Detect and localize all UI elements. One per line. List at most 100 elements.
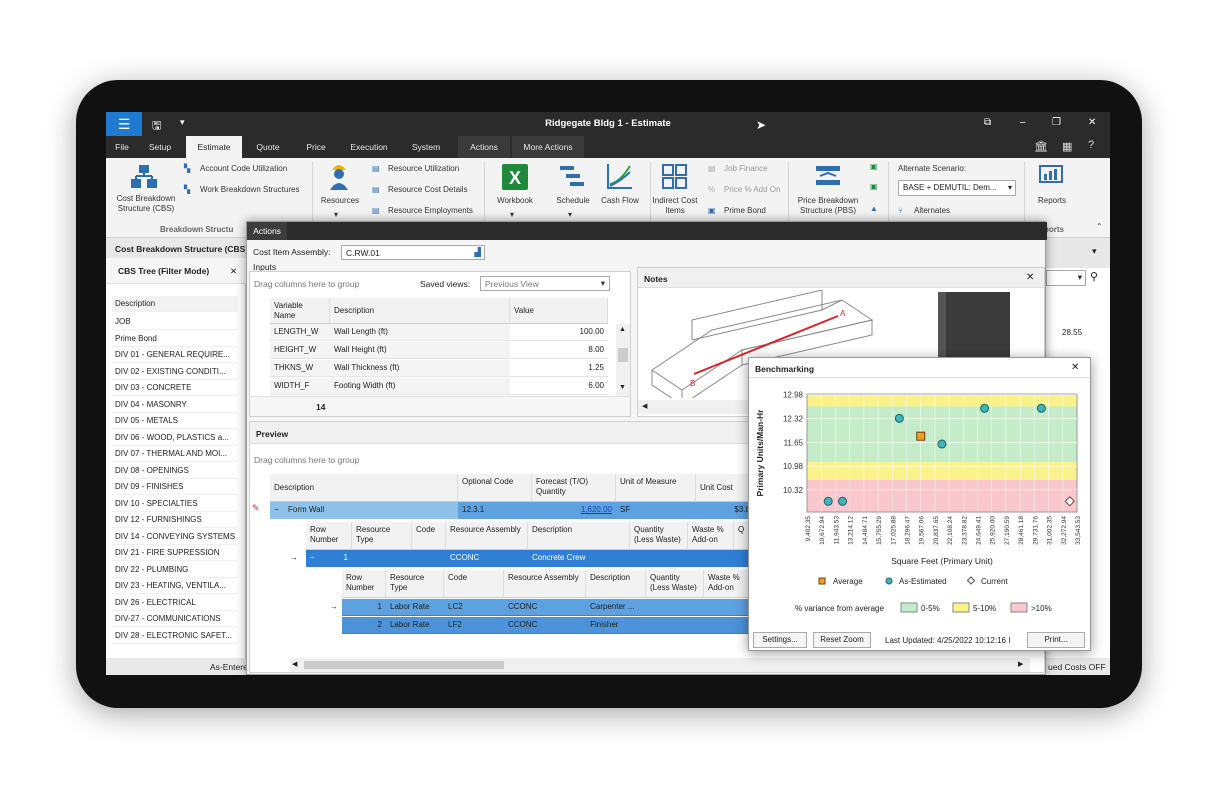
bank-icon[interactable]: 🏛: [1034, 140, 1048, 153]
col-resource-type[interactable]: Resource Type: [386, 570, 444, 598]
cell-forecast-quantity[interactable]: 1,620.00: [532, 502, 616, 518]
cbs-tree-item[interactable]: DIV 23 - HEATING, VENTILA...: [112, 578, 238, 594]
expand-icon[interactable]: −: [270, 502, 283, 518]
cbs-tree-item[interactable]: DIV 08 - OPENINGS: [112, 463, 238, 479]
resources-button[interactable]: Resources: [316, 196, 364, 206]
cell-value[interactable]: 8.00: [510, 342, 608, 358]
labor-row[interactable]: 2 Labor Rate LF2 CCONC Finisher: [322, 617, 754, 634]
assembly-input[interactable]: C.RW.01 ▟: [341, 245, 485, 260]
col-description[interactable]: Description: [528, 522, 630, 550]
scroll-left-icon[interactable]: ◀: [292, 660, 297, 668]
col-code[interactable]: Code: [412, 522, 446, 550]
cbs-tree-item[interactable]: DIV 07 - THERMAL AND MOI...: [112, 446, 238, 462]
labor-row[interactable]: → 1 Labor Rate LC2 CCONC Carpenter ...: [322, 599, 754, 616]
chevron-down-icon[interactable]: ▾: [510, 210, 514, 219]
scroll-right-icon[interactable]: ▶: [1018, 660, 1023, 668]
cash-flow-button[interactable]: Cash Flow: [598, 196, 642, 206]
cell-value[interactable]: 1.25: [510, 360, 608, 376]
cbs-tree-item[interactable]: JOB: [112, 314, 238, 330]
input-row[interactable]: LENGTH_W Wall Length (ft) 100.00: [270, 324, 608, 341]
cbs-tree-item[interactable]: DIV 12 - FURNISHINGS: [112, 512, 238, 528]
tab-quote[interactable]: Quote: [250, 136, 286, 158]
close-icon[interactable]: ✕: [1071, 362, 1079, 373]
col-resource-type[interactable]: Resource Type: [352, 522, 412, 550]
cbs-tree-item[interactable]: DIV-27 - COMMUNICATIONS: [112, 611, 238, 627]
reports-button[interactable]: Reports: [1030, 196, 1074, 206]
resource-cost-button[interactable]: Resource Cost Details: [388, 185, 468, 194]
col-quantity[interactable]: Quantity (Less Waste): [630, 522, 688, 550]
chevron-down-icon[interactable]: ▾: [1092, 246, 1097, 257]
col-waste[interactable]: Waste % Add-on: [704, 570, 754, 598]
excel-small-icon[interactable]: ▣: [870, 162, 878, 171]
cbs-tree-item[interactable]: DIV 21 - FIRE SUPRESSION: [112, 545, 238, 561]
col-description[interactable]: Description: [270, 474, 458, 502]
cbs-button[interactable]: Cost Breakdown Structure (CBS): [110, 194, 182, 214]
cbs-tree-item[interactable]: DIV 22 - PLUMBING: [112, 562, 238, 578]
cbs-tree-item[interactable]: DIV 14 - CONVEYING SYSTEMS: [112, 529, 238, 545]
col-optional-code[interactable]: Optional Code: [458, 474, 532, 502]
close-icon[interactable]: ✕: [1088, 117, 1096, 128]
alt-scenario-select[interactable]: BASE + DEMUTIL: Dem... ▾: [898, 180, 1016, 196]
col-forecast-quantity[interactable]: Forecast (T/O) Quantity: [532, 474, 616, 502]
col-code[interactable]: Code: [444, 570, 504, 598]
scroll-thumb[interactable]: [304, 661, 504, 669]
scroll-down-icon[interactable]: ▼: [619, 384, 626, 391]
col-variable-name[interactable]: Variable Name: [270, 298, 330, 324]
maximize-icon[interactable]: ❐: [1052, 117, 1061, 128]
account-code-button[interactable]: Account Code Utilization: [200, 164, 287, 173]
cbs-tree-item[interactable]: DIV 06 - WOOD, PLASTICS a...: [112, 430, 238, 446]
cbs-tree-item[interactable]: DIV 26 - ELECTRICAL: [112, 595, 238, 611]
settings-button[interactable]: Settings...: [753, 632, 807, 648]
cbs-tree-item[interactable]: DIV 02 - EXISTING CONDITI...: [112, 364, 238, 380]
col-resource-assembly[interactable]: Resource Assembly: [446, 522, 528, 550]
resource-employments-button[interactable]: Resource Employments: [388, 206, 473, 215]
search-input[interactable]: ▾: [1046, 270, 1086, 286]
chevron-down-icon[interactable]: ▾: [334, 210, 338, 219]
col-row-number[interactable]: Row Number: [306, 522, 352, 550]
input-row[interactable]: THKNS_W Wall Thickness (ft) 1.25: [270, 360, 608, 377]
col-description[interactable]: Description: [330, 298, 510, 324]
chevron-down-icon[interactable]: ▾: [568, 210, 572, 219]
reset-zoom-button[interactable]: Reset Zoom: [813, 632, 871, 648]
tab-execution[interactable]: Execution: [344, 136, 394, 158]
inputs-scrollbar[interactable]: ▲ ▼: [616, 324, 630, 396]
col-unit-cost[interactable]: Unit Cost: [696, 474, 754, 502]
tab-file[interactable]: File: [110, 136, 134, 158]
scroll-up-icon[interactable]: ▲: [619, 326, 626, 333]
tab-actions[interactable]: Actions: [458, 136, 510, 158]
pbs-button[interactable]: Price Breakdown Structure (PBS): [794, 196, 862, 216]
tab-system[interactable]: System: [406, 136, 446, 158]
alternates-button[interactable]: Alternates: [914, 206, 950, 215]
preview-scrollbar[interactable]: ◀ ▶: [290, 658, 1030, 672]
close-icon[interactable]: ✕: [1026, 272, 1034, 283]
scroll-thumb[interactable]: [618, 348, 628, 362]
cbs-tree-item[interactable]: DIV 10 - SPECIALTIES: [112, 496, 238, 512]
help-icon[interactable]: ?: [1088, 139, 1094, 151]
cbs-tree-item[interactable]: DIV 28 - ELECTRONIC SAFET...: [112, 628, 238, 644]
resource-utilization-button[interactable]: Resource Utilization: [388, 164, 459, 173]
tab-price[interactable]: Price: [298, 136, 334, 158]
indirect-cost-items-button[interactable]: Indirect Cost Items: [650, 196, 700, 216]
collapse-ribbon-icon[interactable]: ⌃: [1096, 222, 1103, 231]
schedule-button[interactable]: Schedule: [550, 196, 596, 206]
job-finance-button[interactable]: Job Finance: [724, 164, 768, 173]
col-waste[interactable]: Waste % Add-on: [688, 522, 734, 550]
col-description[interactable]: Description: [586, 570, 646, 598]
cell-value[interactable]: 100.00: [510, 324, 608, 340]
cbs-tree-item[interactable]: DIV 01 - GENERAL REQUIRE...: [112, 347, 238, 363]
dialog-tab-actions[interactable]: Actions: [247, 222, 287, 240]
excel-small-icon[interactable]: ▣: [870, 182, 878, 191]
scroll-left-icon[interactable]: ◀: [642, 402, 647, 410]
print-button[interactable]: Print...: [1027, 632, 1085, 648]
grid-icon[interactable]: ▦: [1062, 140, 1072, 153]
col-quantity[interactable]: Quantity (Less Waste): [646, 570, 704, 598]
wbs-button[interactable]: Work Breakdown Structures: [200, 185, 299, 194]
resource-row-1[interactable]: → − 1 CCONC Concrete Crew: [286, 550, 754, 567]
cbs-tree-item[interactable]: DIV 03 - CONCRETE: [112, 380, 238, 396]
saved-views-select[interactable]: Previous View ▾: [480, 276, 610, 291]
col-resource-assembly[interactable]: Resource Assembly: [504, 570, 586, 598]
workbook-button[interactable]: Workbook: [492, 196, 538, 206]
triangle-icon[interactable]: ▲: [870, 204, 878, 213]
col-value[interactable]: Value: [510, 298, 608, 324]
cbs-tree-item[interactable]: DIV 09 - FINISHES: [112, 479, 238, 495]
